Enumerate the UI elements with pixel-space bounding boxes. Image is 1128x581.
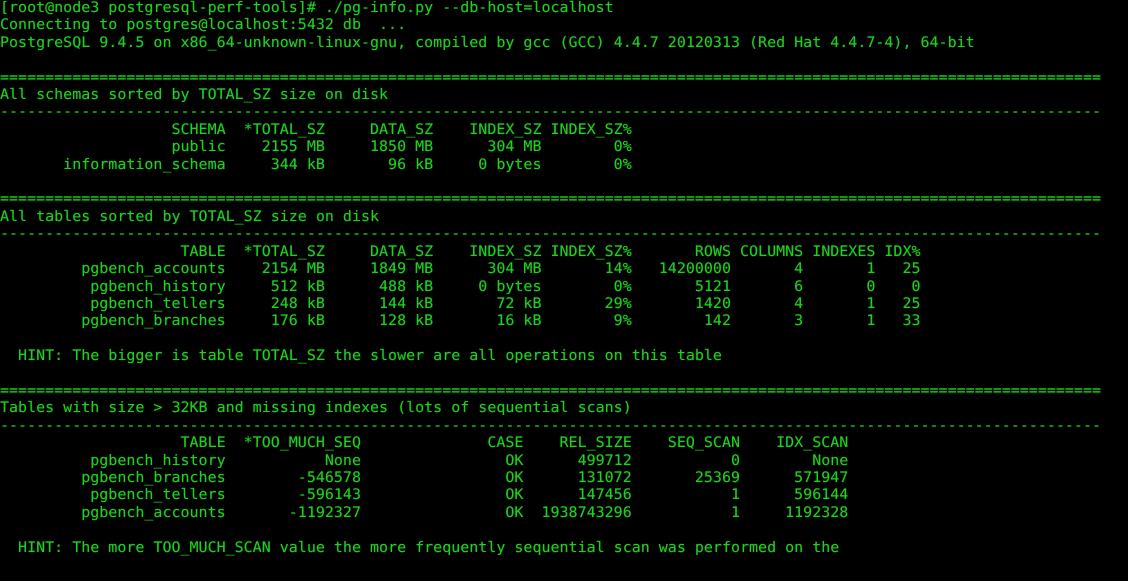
terminal-line: [root@node3 postgresql-perf-tools]# ./pg… bbox=[0, 0, 614, 16]
terminal-line: ----------------------------------------… bbox=[0, 416, 1101, 434]
terminal-line: pgbench_branches -546578 OK 131072 25369… bbox=[0, 468, 849, 486]
terminal-line: PostgreSQL 9.4.5 on x86_64-unknown-linux… bbox=[0, 33, 975, 51]
terminal-screen-buffer: [root@node3 postgresql-perf-tools]# ./pg… bbox=[0, 0, 1128, 556]
terminal-line: pgbench_history None OK 499712 0 None bbox=[0, 451, 849, 469]
terminal-line: HINT: The more TOO_MUCH_SCAN value the m… bbox=[0, 538, 840, 556]
terminal-line: pgbench_accounts -1192327 OK 1938743296 … bbox=[0, 503, 849, 521]
terminal-line: pgbench_tellers -596143 OK 147456 1 5961… bbox=[0, 486, 849, 504]
terminal-line: pgbench_tellers 248 kB 144 kB 72 kB 29% … bbox=[0, 294, 921, 312]
terminal-line: All tables sorted by TOTAL_SZ size on di… bbox=[0, 207, 380, 225]
terminal-line: Connecting to postgres@localhost:5432 db… bbox=[0, 16, 407, 34]
terminal-line: All schemas sorted by TOTAL_SZ size on d… bbox=[0, 86, 389, 104]
terminal-line: information_schema 344 kB 96 kB 0 bytes … bbox=[0, 155, 632, 173]
terminal-line: pgbench_history 512 kB 488 kB 0 bytes 0%… bbox=[0, 277, 921, 295]
terminal-line: TABLE *TOTAL_SZ DATA_SZ INDEX_SZ INDEX_S… bbox=[0, 242, 921, 260]
terminal-line: ========================================… bbox=[0, 68, 1101, 86]
terminal-line: pgbench_branches 176 kB 128 kB 16 kB 9% … bbox=[0, 312, 921, 330]
terminal-line: Tables with size > 32KB and missing inde… bbox=[0, 399, 632, 417]
terminal-line: ----------------------------------------… bbox=[0, 103, 1101, 121]
terminal-line: public 2155 MB 1850 MB 304 MB 0% bbox=[0, 138, 632, 156]
terminal-line: HINT: The bigger is table TOTAL_SZ the s… bbox=[0, 347, 722, 365]
terminal-line: pgbench_accounts 2154 MB 1849 MB 304 MB … bbox=[0, 260, 921, 278]
terminal-line: SCHEMA *TOTAL_SZ DATA_SZ INDEX_SZ INDEX_… bbox=[0, 120, 632, 138]
terminal-window[interactable]: [root@node3 postgresql-perf-tools]# ./pg… bbox=[0, 0, 1128, 581]
terminal-line: ----------------------------------------… bbox=[0, 225, 1101, 243]
terminal-line: ========================================… bbox=[0, 381, 1101, 399]
terminal-line: ========================================… bbox=[0, 190, 1101, 208]
terminal-line: TABLE *TOO_MUCH_SEQ CASE REL_SIZE SEQ_SC… bbox=[0, 434, 849, 452]
